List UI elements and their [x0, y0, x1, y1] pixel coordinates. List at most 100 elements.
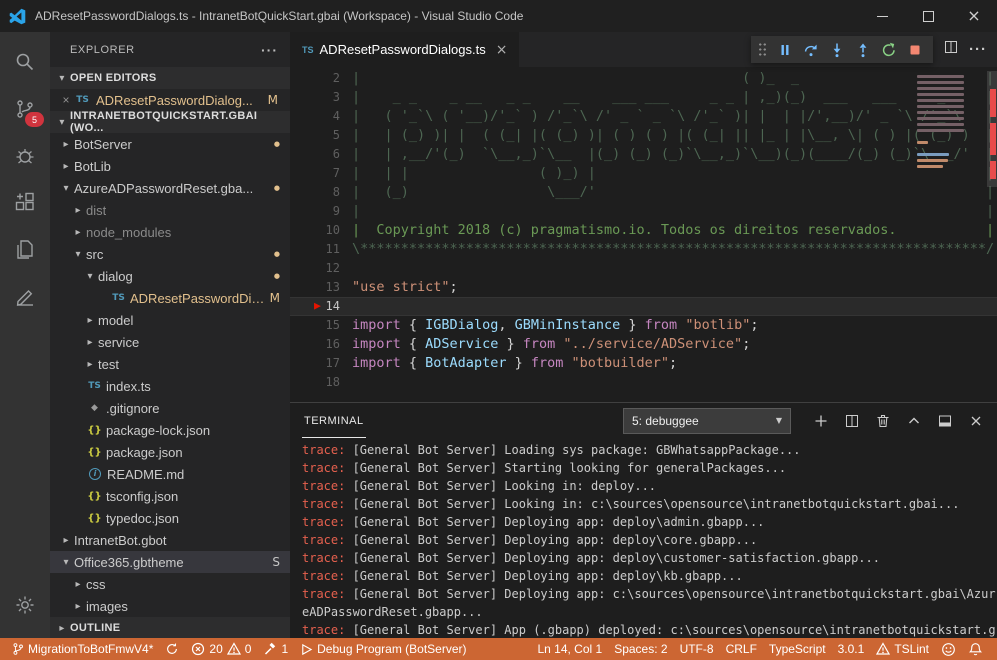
step-into-button[interactable] — [825, 38, 848, 61]
editor[interactable]: 2| ( )_ _ |3| _ _ _ __ _ _ __ ___ ___ _ … — [290, 67, 997, 402]
tree-item[interactable]: TSADResetPasswordDial...M — [50, 287, 290, 309]
token: \***************************************… — [352, 241, 994, 257]
search-button[interactable] — [0, 38, 50, 85]
code-line[interactable]: 5| | (_) )| | ( (_| |( (_) )| ( ) ( ) |(… — [290, 126, 997, 145]
source-control-button[interactable]: 5 — [0, 85, 50, 132]
code-line[interactable]: 2| ( )_ _ | — [290, 69, 997, 88]
open-editor-item[interactable]: × TS ADResetPasswordDialog... M — [50, 89, 290, 111]
tree-item[interactable]: ▾Office365.gbthemeS — [50, 551, 290, 573]
tree-item[interactable]: ▾dialog● — [50, 265, 290, 287]
panel-layout-icon — [937, 413, 953, 429]
tasks-status[interactable]: 1 — [257, 638, 294, 660]
problems-status[interactable]: 20 0 — [185, 638, 257, 660]
tree-item[interactable]: ▸BotLib — [50, 155, 290, 177]
settings-button[interactable] — [0, 581, 50, 628]
open-editors-header[interactable]: ▾ OPEN EDITORS — [50, 67, 290, 89]
code-line[interactable]: 6| | ,__/'(_) `\__,_)`\__ |(_) (_) (_)`\… — [290, 145, 997, 164]
restart-button[interactable] — [877, 38, 900, 61]
drag-grip-icon[interactable] — [758, 42, 767, 57]
extensions-button[interactable] — [0, 179, 50, 226]
eol-status[interactable]: CRLF — [720, 638, 763, 660]
feedback-button[interactable] — [935, 638, 962, 660]
workspace-section-header[interactable]: ▾ INTRANETBOTQUICKSTART.GBAI (WO... — [50, 111, 290, 133]
log-message: [General Bot Server] Starting looking fo… — [345, 461, 786, 475]
code-line[interactable]: 17import { BotAdapter } from "botbuilder… — [290, 354, 997, 373]
tree-item[interactable]: ▸images — [50, 595, 290, 617]
code-line[interactable]: 13"use strict"; — [290, 278, 997, 297]
debug-status[interactable]: Debug Program (BotServer) — [294, 638, 472, 660]
code-line[interactable]: 11\*************************************… — [290, 240, 997, 259]
ts-version: 3.0.1 — [838, 642, 865, 656]
kill-terminal-button[interactable] — [874, 412, 892, 430]
maximize-panel-button[interactable] — [905, 412, 923, 430]
pause-button[interactable] — [773, 38, 796, 61]
debug-button[interactable] — [0, 132, 50, 179]
close-tab-icon[interactable]: × — [496, 42, 508, 58]
outline-section-header[interactable]: ▸ OUTLINE — [50, 617, 290, 639]
split-terminal-button[interactable] — [843, 412, 861, 430]
tree-item[interactable]: ▸service — [50, 331, 290, 353]
line-number-gutter: 15 — [290, 316, 352, 335]
split-editor-button[interactable] — [943, 39, 959, 60]
step-out-button[interactable] — [851, 38, 874, 61]
step-over-button[interactable] — [799, 38, 822, 61]
tab-adresetpassworddialogs[interactable]: TS ADResetPasswordDialogs.ts × — [290, 32, 519, 67]
sync-button[interactable] — [159, 638, 185, 660]
explorer-button[interactable] — [0, 226, 50, 273]
code-line[interactable]: 8| (_) \___/' | — [290, 183, 997, 202]
code-line[interactable]: 16import { ADService } from "../service/… — [290, 335, 997, 354]
terminal-output[interactable]: trace: [General Bot Server] Loading sys … — [290, 438, 997, 638]
code-line[interactable]: 18 — [290, 373, 997, 392]
tree-item[interactable]: {}tsconfig.json — [50, 485, 290, 507]
close-editor-icon[interactable]: × — [58, 93, 74, 107]
tree-item[interactable]: ▸css — [50, 573, 290, 595]
terminal-tab[interactable]: TERMINAL — [302, 403, 366, 438]
maximize-button[interactable] — [905, 0, 951, 32]
edit-panel-button[interactable] — [0, 273, 50, 320]
indentation-status[interactable]: Spaces: 2 — [608, 638, 673, 660]
open-editor-label: ADResetPasswordDialog... — [96, 93, 253, 108]
minimize-button[interactable] — [859, 0, 905, 32]
tree-item[interactable]: {}package-lock.json — [50, 419, 290, 441]
tree-item[interactable]: TSindex.ts — [50, 375, 290, 397]
debug-current-line-icon: ▶ — [314, 297, 321, 316]
code-line[interactable]: 10| Copyright 2018 (c) pragmatismo.io. T… — [290, 221, 997, 240]
tslint-status[interactable]: TSLint — [870, 638, 935, 660]
code-line[interactable]: 7| | | ( )_) | | — [290, 164, 997, 183]
tree-item[interactable]: iREADME.md — [50, 463, 290, 485]
minimap[interactable] — [913, 67, 987, 402]
code-line[interactable]: 4| ( '_`\ ( '__)/'_` ) /'_`\ /' _ ` _ `\… — [290, 107, 997, 126]
tree-item[interactable]: ▸IntranetBot.gbot — [50, 529, 290, 551]
tree-item[interactable]: ▾src● — [50, 243, 290, 265]
tree-item[interactable]: ▸BotServer● — [50, 133, 290, 155]
tree-item[interactable]: {}typedoc.json — [50, 507, 290, 529]
tree-item[interactable]: ▸node_modules — [50, 221, 290, 243]
cursor-position-status[interactable]: Ln 14, Col 1 — [531, 638, 608, 660]
close-panel-button[interactable] — [967, 412, 985, 430]
tree-item[interactable]: ◆.gitignore — [50, 397, 290, 419]
notifications-button[interactable] — [962, 638, 989, 660]
code-line[interactable]: ▶14 — [290, 297, 997, 316]
typescript-version-status[interactable]: 3.0.1 — [832, 638, 871, 660]
new-terminal-button[interactable] — [812, 412, 830, 430]
tree-item[interactable]: ▾AzureADPasswordReset.gba...● — [50, 177, 290, 199]
terminal-selector[interactable]: 5: debuggee ▼ — [623, 408, 791, 434]
stop-button[interactable] — [903, 38, 926, 61]
toggle-panel-position-button[interactable] — [936, 412, 954, 430]
code-line[interactable]: 12 — [290, 259, 997, 278]
tree-item[interactable]: {}package.json — [50, 441, 290, 463]
code-line[interactable]: 3| _ _ _ __ _ _ __ ___ ___ _ _ | ,_)(_) … — [290, 88, 997, 107]
git-branch-status[interactable]: MigrationToBotFmwV4* — [6, 638, 159, 660]
tree-item[interactable]: ▸dist — [50, 199, 290, 221]
encoding-status[interactable]: UTF-8 — [674, 638, 720, 660]
code-line[interactable]: 9| | — [290, 202, 997, 221]
more-actions-icon[interactable]: ··· — [969, 41, 987, 58]
line-number: 7 — [333, 164, 340, 183]
language-mode-status[interactable]: TypeScript — [763, 638, 832, 660]
tree-item[interactable]: ▸test — [50, 353, 290, 375]
explorer-more-actions-icon[interactable]: ··· — [261, 42, 278, 58]
code-line[interactable]: 15import { IGBDialog, GBMinInstance } fr… — [290, 316, 997, 335]
close-button[interactable]: × — [951, 0, 997, 32]
tree-item[interactable]: ▸model — [50, 309, 290, 331]
line-number-gutter: 18 — [290, 373, 352, 392]
